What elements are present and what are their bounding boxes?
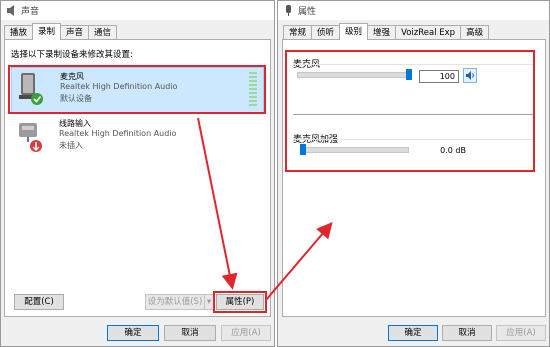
arrow-to-levels xyxy=(265,221,333,301)
annotation-arrows xyxy=(197,117,333,301)
tab-recording[interactable]: 录制 xyxy=(32,23,62,40)
arrow-to-properties xyxy=(197,117,238,290)
tab-levels[interactable]: 级别 xyxy=(339,23,369,40)
